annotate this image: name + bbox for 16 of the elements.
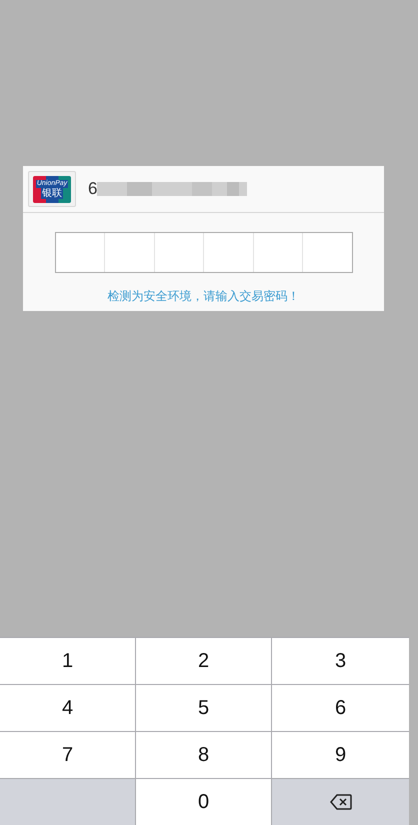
digit-key[interactable]: 3 — [272, 638, 409, 684]
digit-key[interactable]: 1 — [0, 638, 135, 684]
digit-key[interactable]: 7 — [0, 732, 135, 778]
logo-text: 银联 — [41, 188, 63, 198]
digit-key[interactable]: 6 — [272, 685, 409, 731]
digit-key[interactable]: 5 — [136, 685, 271, 731]
digit-key[interactable]: 2 — [136, 638, 271, 684]
delete-key[interactable] — [272, 779, 409, 825]
card-number: 6 — [88, 179, 98, 199]
digit-key[interactable]: 8 — [136, 732, 271, 778]
password-field[interactable] — [54, 232, 352, 273]
digit-key[interactable]: 0 — [136, 779, 271, 825]
digit-key[interactable]: 9 — [272, 732, 409, 778]
backspace-icon — [330, 794, 352, 810]
security-hint: 检测为安全环境，请输入交易密码！ — [108, 288, 300, 305]
digit-key[interactable]: 4 — [0, 685, 135, 731]
